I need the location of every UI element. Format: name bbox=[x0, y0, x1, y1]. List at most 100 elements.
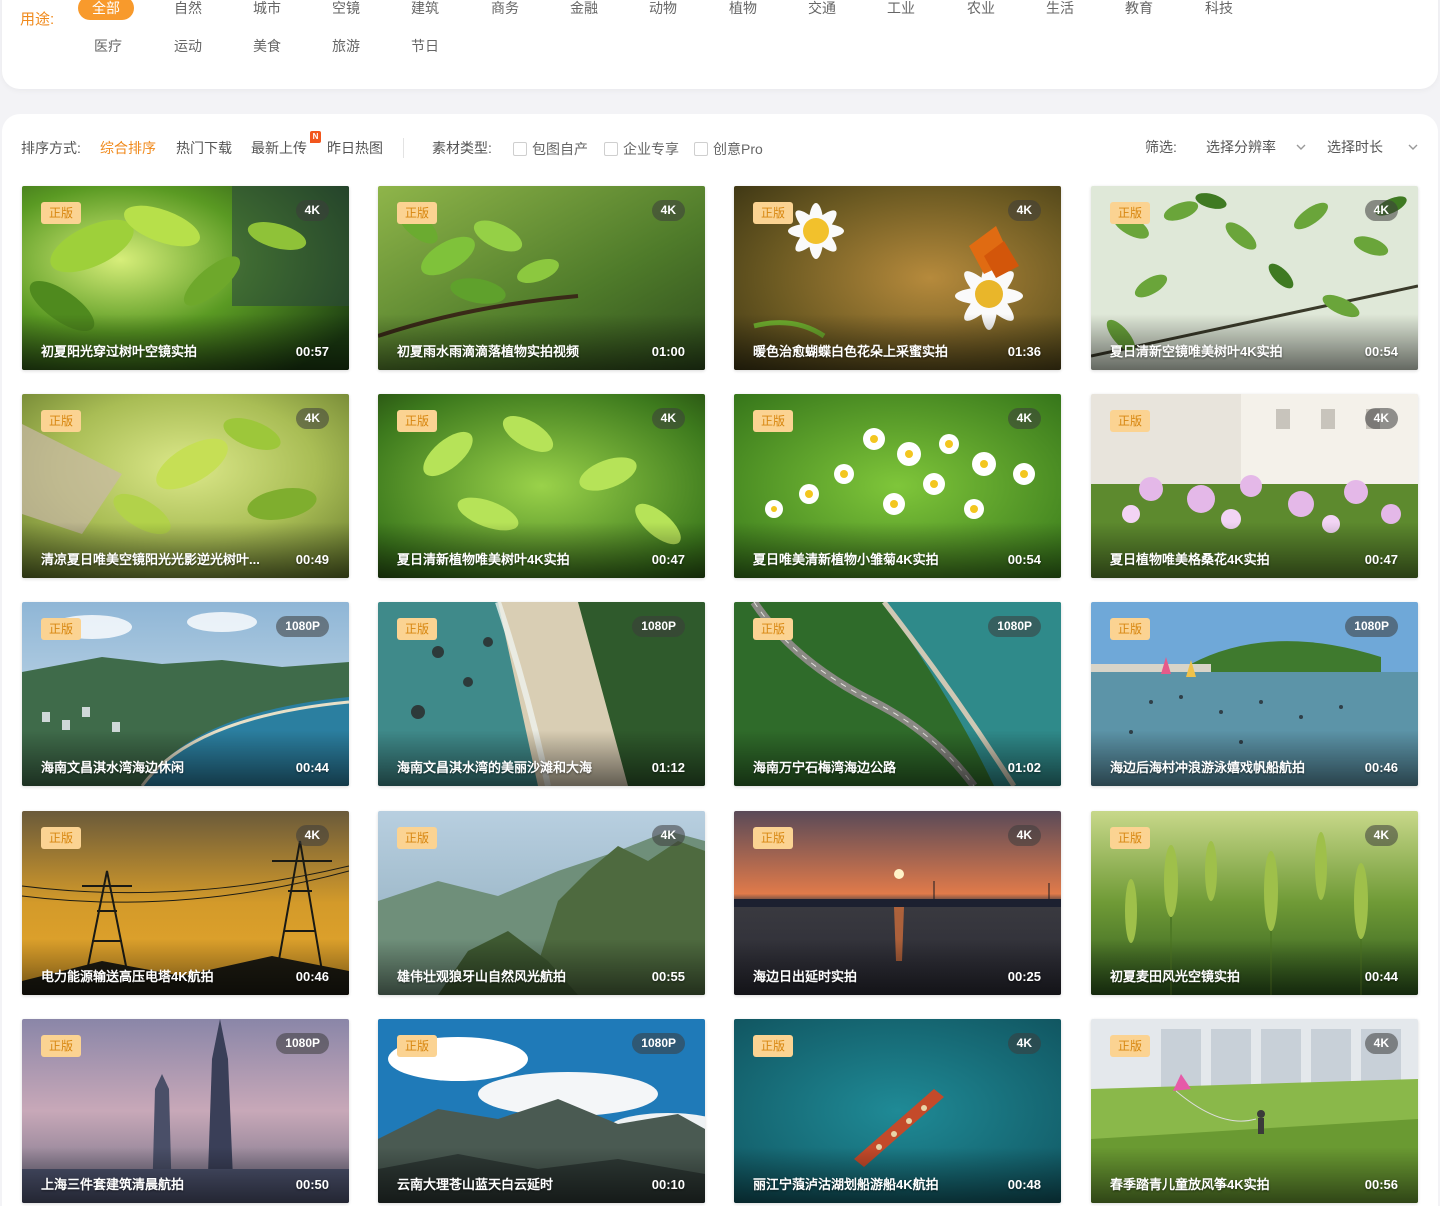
category-traffic[interactable]: 交通 bbox=[808, 0, 836, 18]
category-travel[interactable]: 旅游 bbox=[332, 36, 360, 56]
category-empty-shot[interactable]: 空镜 bbox=[332, 0, 360, 18]
video-card[interactable]: 正版 4K 夏日清新植物唯美树叶4K实拍 00:47 bbox=[378, 394, 705, 578]
video-title: 暖色治愈蝴蝶白色花朵上采蜜实拍 bbox=[753, 344, 949, 359]
resolution-badge: 1080P bbox=[632, 616, 685, 637]
duration-select[interactable]: 选择时长 bbox=[1327, 137, 1383, 157]
video-card[interactable]: 正版 1080P 海南万宁石梅湾海边公路 01:02 bbox=[734, 602, 1061, 786]
video-title: 雄伟壮观狼牙山自然风光航拍 bbox=[397, 969, 567, 984]
video-duration: 00:44 bbox=[295, 760, 329, 775]
toolbar-divider bbox=[403, 138, 404, 158]
video-card[interactable]: 正版 4K 夏日植物唯美格桑花4K实拍 00:47 bbox=[1091, 394, 1418, 578]
video-card[interactable]: 正版 1080P 上海三件套建筑清晨航拍 00:50 bbox=[22, 1019, 349, 1203]
video-title: 清凉夏日唯美空镜阳光光影逆光树叶... bbox=[41, 552, 260, 567]
category-sports[interactable]: 运动 bbox=[174, 36, 202, 56]
filter-label: 筛选: bbox=[1145, 139, 1177, 155]
video-duration: 01:00 bbox=[651, 344, 685, 359]
resolution-badge: 4K bbox=[295, 408, 329, 429]
category-architecture[interactable]: 建筑 bbox=[411, 0, 439, 18]
checkbox-box[interactable] bbox=[694, 142, 708, 156]
licensed-badge: 正版 bbox=[397, 618, 438, 640]
resolution-badge: 4K bbox=[295, 825, 329, 846]
category-festival[interactable]: 节日 bbox=[411, 36, 439, 56]
video-title: 春季踏青儿童放风筝4K实拍 bbox=[1110, 1177, 1270, 1192]
video-card[interactable]: 正版 4K 夏日唯美清新植物小雏菊4K实拍 00:54 bbox=[734, 394, 1061, 578]
video-card[interactable]: 正版 4K 暖色治愈蝴蝶白色花朵上采蜜实拍 01:36 bbox=[734, 186, 1061, 370]
video-title: 海边后海村冲浪游泳嬉戏帆船航拍 bbox=[1110, 760, 1306, 775]
licensed-badge: 正版 bbox=[753, 618, 794, 640]
video-title: 云南大理苍山蓝天白云延时 bbox=[397, 1177, 554, 1192]
video-card[interactable]: 正版 4K 初夏阳光穿过树叶空镜实拍 00:57 bbox=[22, 186, 349, 370]
sort-popular[interactable]: 热门下载 bbox=[176, 138, 232, 158]
video-title: 海南文昌淇水湾的美丽沙滩和大海 bbox=[397, 760, 593, 775]
video-card[interactable]: 正版 1080P 海边后海村冲浪游泳嬉戏帆船航拍 00:46 bbox=[1091, 602, 1418, 786]
licensed-badge: 正版 bbox=[41, 1035, 82, 1057]
checkbox-box[interactable] bbox=[513, 142, 527, 156]
category-technology[interactable]: 科技 bbox=[1205, 0, 1233, 18]
video-card[interactable]: 正版 4K 丽江宁蒗泸沽湖划船游船4K航拍 00:48 bbox=[734, 1019, 1061, 1203]
licensed-badge: 正版 bbox=[397, 202, 438, 224]
video-card[interactable]: 正版 1080P 海南文昌淇水湾的美丽沙滩和大海 01:12 bbox=[378, 602, 705, 786]
category-animals[interactable]: 动物 bbox=[649, 0, 677, 18]
video-card[interactable]: 正版 4K 清凉夏日唯美空镜阳光光影逆光树叶... 00:49 bbox=[22, 394, 349, 578]
resolution-badge: 4K bbox=[1007, 200, 1041, 221]
category-food[interactable]: 美食 bbox=[253, 36, 281, 56]
video-card[interactable]: 正版 4K 雄伟壮观狼牙山自然风光航拍 00:55 bbox=[378, 811, 705, 995]
video-duration: 00:47 bbox=[1364, 552, 1398, 567]
resolution-badge: 4K bbox=[1364, 408, 1398, 429]
category-finance[interactable]: 金融 bbox=[570, 0, 598, 18]
licensed-badge: 正版 bbox=[753, 202, 794, 224]
category-business[interactable]: 商务 bbox=[491, 0, 519, 18]
resolution-badge: 1080P bbox=[276, 1033, 329, 1054]
category-plants[interactable]: 植物 bbox=[729, 0, 757, 18]
video-card[interactable]: 正版 1080P 云南大理苍山蓝天白云延时 00:10 bbox=[378, 1019, 705, 1203]
resolution-badge: 1080P bbox=[1345, 616, 1398, 637]
category-life[interactable]: 生活 bbox=[1046, 0, 1074, 18]
resolution-badge: 1080P bbox=[276, 616, 329, 637]
video-card[interactable]: 正版 4K 电力能源输送高压电塔4K航拍 00:46 bbox=[22, 811, 349, 995]
video-duration: 00:50 bbox=[295, 1177, 329, 1192]
video-card[interactable]: 正版 4K 初夏麦田风光空镜实拍 00:44 bbox=[1091, 811, 1418, 995]
video-duration: 01:02 bbox=[1007, 760, 1041, 775]
resolution-badge: 4K bbox=[1007, 408, 1041, 429]
video-duration: 00:48 bbox=[1007, 1177, 1041, 1192]
licensed-badge: 正版 bbox=[753, 827, 794, 849]
category-agriculture[interactable]: 农业 bbox=[967, 0, 995, 18]
video-title: 海南万宁石梅湾海边公路 bbox=[753, 760, 897, 775]
video-duration: 00:44 bbox=[1364, 969, 1398, 984]
category-education[interactable]: 教育 bbox=[1125, 0, 1153, 18]
material-checkbox-enterprise[interactable]: 企业专享 bbox=[604, 141, 679, 157]
resolution-badge: 4K bbox=[651, 825, 685, 846]
video-duration: 00:56 bbox=[1364, 1177, 1398, 1192]
chevron-down-icon[interactable] bbox=[1294, 140, 1308, 154]
sort-newest[interactable]: 最新上传 bbox=[251, 138, 307, 158]
video-card[interactable]: 正版 4K 海边日出延时实拍 00:25 bbox=[734, 811, 1061, 995]
video-card[interactable]: 正版 1080P 海南文昌淇水湾海边休闲 00:44 bbox=[22, 602, 349, 786]
category-all[interactable]: 全部 bbox=[78, 0, 134, 20]
video-duration: 00:49 bbox=[295, 552, 329, 567]
checkbox-box[interactable] bbox=[604, 142, 618, 156]
category-industry[interactable]: 工业 bbox=[887, 0, 915, 18]
video-title: 夏日唯美清新植物小雏菊4K实拍 bbox=[753, 552, 939, 567]
sort-comprehensive[interactable]: 综合排序 bbox=[100, 138, 156, 158]
video-card[interactable]: 正版 4K 夏日清新空镜唯美树叶4K实拍 00:54 bbox=[1091, 186, 1418, 370]
resolution-badge: 1080P bbox=[988, 616, 1041, 637]
video-title: 上海三件套建筑清晨航拍 bbox=[41, 1177, 185, 1192]
category-medical[interactable]: 医疗 bbox=[94, 36, 122, 56]
video-card[interactable]: 正版 4K 春季踏青儿童放风筝4K实拍 00:56 bbox=[1091, 1019, 1418, 1203]
material-checkbox-creative-pro[interactable]: 创意Pro bbox=[694, 141, 763, 157]
video-title: 初夏雨水雨滴滴落植物实拍视频 bbox=[397, 344, 580, 359]
sort-label: 排序方式: bbox=[21, 140, 81, 156]
usage-label: 用途: bbox=[20, 11, 55, 28]
video-title: 夏日清新植物唯美树叶4K实拍 bbox=[397, 552, 570, 567]
chevron-down-icon[interactable] bbox=[1406, 140, 1420, 154]
category-nature[interactable]: 自然 bbox=[174, 0, 202, 18]
material-checkbox-own[interactable]: 包图自产 bbox=[513, 141, 588, 157]
licensed-badge: 正版 bbox=[753, 410, 794, 432]
licensed-badge: 正版 bbox=[41, 618, 82, 640]
resolution-badge: 4K bbox=[1364, 200, 1398, 221]
video-card[interactable]: 正版 4K 初夏雨水雨滴滴落植物实拍视频 01:00 bbox=[378, 186, 705, 370]
sort-yesterday-hot[interactable]: 昨日热图 bbox=[327, 138, 383, 158]
resolution-select[interactable]: 选择分辨率 bbox=[1206, 137, 1276, 157]
category-city[interactable]: 城市 bbox=[253, 0, 281, 18]
licensed-badge: 正版 bbox=[41, 410, 82, 432]
